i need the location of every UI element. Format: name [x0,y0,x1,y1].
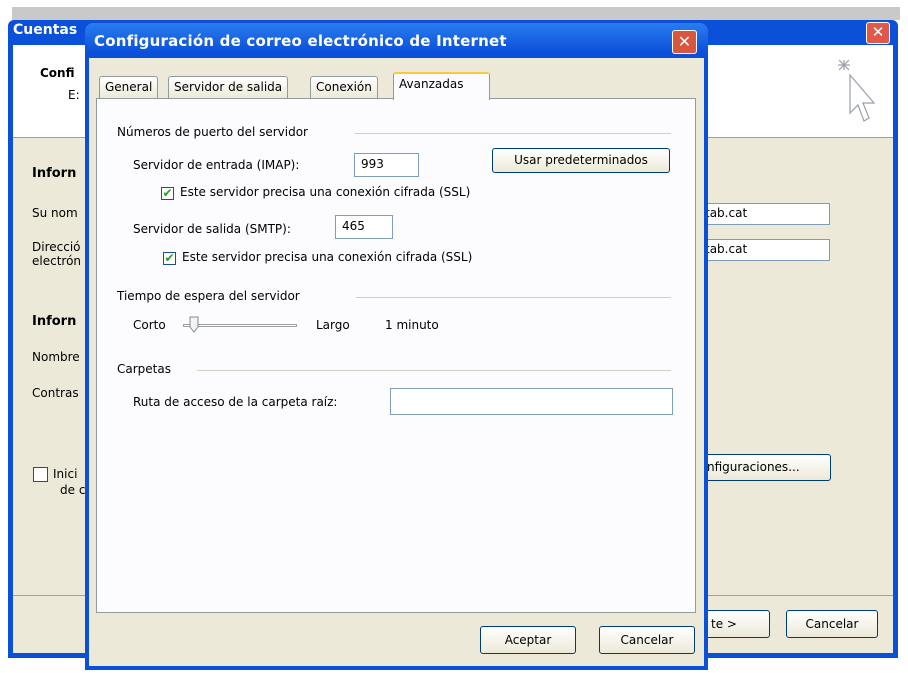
background-section-user-info: Inforn [32,166,77,181]
timeout-group-label: Tiempo de espera del servidor [117,289,306,303]
background-password-label: Contras [32,386,79,400]
tab-outgoing-server[interactable]: Servidor de salida [168,76,289,98]
background-name-input[interactable]: tab.cat [700,203,830,225]
background-email-input[interactable]: tab.cat [700,239,830,261]
outgoing-server-label: Servidor de salida (SMTP): [133,222,291,236]
background-checkbox-label-2: de c [60,483,86,497]
timeout-slider-thumb[interactable] [189,316,199,333]
ssl-outgoing-checkbox[interactable]: ✔ [163,252,176,265]
folders-group-label: Carpetas [117,362,177,376]
use-defaults-button[interactable]: Usar predeterminados [492,148,670,173]
background-header-title: Confi [40,66,75,80]
wizard-cursor-icon [838,59,876,122]
outgoing-port-input[interactable]: 465 [335,215,393,239]
tab-general[interactable]: General [99,76,159,98]
ok-button[interactable]: Aceptar [480,626,576,654]
dialog-cancel-button[interactable]: Cancelar [599,626,695,654]
timeout-value-label: 1 minuto [385,318,439,332]
background-email-label-1: Direcció [32,240,81,254]
background-section-logon-info: Inforn [32,314,77,329]
background-window-shadow [12,7,900,20]
background-header-subtitle: E: [68,88,80,102]
timeout-group-divider [356,297,671,298]
background-checkbox-label-1: Inici [53,467,78,481]
background-close-button[interactable]: ✕ [866,22,890,44]
tab-connection[interactable]: Conexión [310,76,378,98]
root-folder-label: Ruta de acceso de la carpeta raíz: [133,395,338,409]
background-cancel-button[interactable]: Cancelar [786,610,878,638]
timeout-long-label: Largo [316,318,350,332]
root-folder-input[interactable] [390,388,673,415]
timeout-short-label: Corto [133,318,166,332]
dialog-title: Configuración de correo electrónico de I… [94,32,507,50]
incoming-server-label: Servidor de entrada (IMAP): [133,158,300,172]
ssl-outgoing-label: Este servidor precisa una conexión cifra… [182,250,473,264]
background-name-label: Su nom [32,206,78,220]
ports-group-divider [355,133,671,134]
dialog-close-button[interactable]: ✕ [672,30,697,54]
ssl-incoming-checkbox[interactable]: ✔ [161,187,174,200]
background-window-title: Cuentas [13,22,78,38]
tab-advanced[interactable]: Avanzadas [393,72,490,100]
ports-group-label: Números de puerto del servidor [117,125,314,139]
timeout-slider-track[interactable] [183,324,297,327]
background-spa-checkbox[interactable] [33,467,48,482]
more-settings-button[interactable]: nfiguraciones... [693,454,831,481]
incoming-port-input[interactable]: 993 [354,153,419,177]
background-user-label: Nombre [32,350,80,364]
folders-group-divider [197,370,671,371]
background-email-label-2: electrón [32,254,82,268]
ssl-incoming-label: Este servidor precisa una conexión cifra… [180,185,471,199]
